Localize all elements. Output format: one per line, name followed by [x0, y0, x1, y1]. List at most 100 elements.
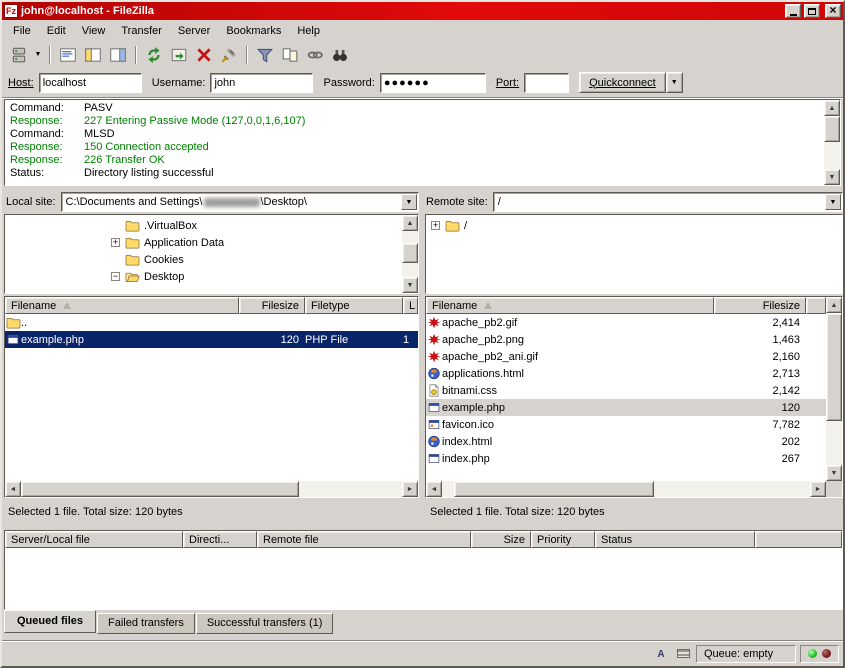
- file-row-example-php[interactable]: example.php 120 PHP File 1: [5, 331, 418, 348]
- scrollbar-corner: [826, 481, 842, 497]
- file-row-example-php[interactable]: example.php 120: [426, 399, 826, 416]
- local-tree-scrollbar[interactable]: [402, 215, 418, 293]
- menu-bookmarks[interactable]: Bookmarks: [218, 22, 289, 40]
- disconnect-icon[interactable]: [217, 44, 241, 66]
- scrollbar-thumb[interactable]: [824, 116, 840, 142]
- file-row[interactable]: favicon.ico 7,782: [426, 416, 826, 433]
- tab-successful-transfers[interactable]: Successful transfers (1): [196, 613, 334, 634]
- column-header-filename[interactable]: Filename: [5, 297, 239, 314]
- scrollbar-thumb[interactable]: [826, 313, 842, 421]
- port-input[interactable]: [524, 73, 569, 93]
- quickconnect-button[interactable]: Quickconnect: [579, 72, 666, 93]
- php-file-icon: [426, 452, 442, 466]
- directory-comparison-icon[interactable]: [278, 44, 302, 66]
- scroll-left-icon[interactable]: [5, 481, 21, 497]
- close-button[interactable]: [825, 4, 841, 18]
- file-row-parent-dir[interactable]: ..: [5, 314, 418, 331]
- column-header-filetype[interactable]: Filetype: [305, 297, 403, 314]
- maximize-button[interactable]: [804, 4, 820, 18]
- titlebar[interactable]: Fz john@localhost - FileZilla: [2, 2, 843, 20]
- menu-help[interactable]: Help: [289, 22, 328, 40]
- remote-list-hscrollbar[interactable]: [426, 481, 826, 497]
- local-treeview-icon[interactable]: [81, 44, 105, 66]
- site-manager-icon[interactable]: [7, 44, 31, 66]
- menu-server[interactable]: Server: [170, 22, 218, 40]
- file-row[interactable]: applications.html 2,713: [426, 365, 826, 382]
- column-header-size[interactable]: Size: [471, 531, 531, 548]
- scroll-up-icon[interactable]: [826, 297, 842, 313]
- file-row[interactable]: apache_pb2_ani.gif 2,160: [426, 348, 826, 365]
- tree-item-desktop[interactable]: − Desktop: [5, 268, 402, 285]
- html-file-icon: [426, 367, 442, 381]
- css-file-icon: [426, 384, 442, 398]
- message-log: Command:PASV Response:227 Entering Passi…: [4, 99, 841, 186]
- filter-icon[interactable]: [253, 44, 277, 66]
- local-site-combobox[interactable]: C:\Documents and Settings\\Desktop\: [61, 192, 419, 212]
- local-list-hscrollbar[interactable]: [5, 481, 418, 497]
- file-name: apache_pb2.png: [442, 334, 524, 346]
- scroll-down-icon[interactable]: [824, 169, 840, 185]
- column-header-filename[interactable]: Filename: [426, 297, 714, 314]
- scrollbar-thumb[interactable]: [454, 481, 654, 497]
- file-row[interactable]: index.php 267: [426, 450, 826, 467]
- tree-expand-icon[interactable]: +: [431, 221, 440, 230]
- process-queue-icon[interactable]: [167, 44, 191, 66]
- column-header-filesize[interactable]: Filesize: [239, 297, 305, 314]
- synchronized-browsing-icon[interactable]: [303, 44, 327, 66]
- column-header-filesize[interactable]: Filesize: [714, 297, 806, 314]
- menu-view[interactable]: View: [74, 22, 114, 40]
- file-row[interactable]: index.html 202: [426, 433, 826, 450]
- scroll-right-icon[interactable]: [402, 481, 418, 497]
- file-row[interactable]: apache_pb2.png 1,463: [426, 331, 826, 348]
- remote-site-combobox[interactable]: /: [493, 192, 843, 212]
- remote-list-scrollbar[interactable]: [826, 297, 842, 497]
- local-site-dropdown-icon[interactable]: [401, 194, 417, 210]
- log-scrollbar[interactable]: [824, 100, 840, 185]
- scroll-down-icon[interactable]: [826, 465, 842, 481]
- tab-queued-files[interactable]: Queued files: [4, 610, 96, 633]
- refresh-icon[interactable]: [142, 44, 166, 66]
- cancel-icon[interactable]: [192, 44, 216, 66]
- scrollbar-thumb[interactable]: [21, 481, 299, 497]
- scrollbar-thumb[interactable]: [402, 243, 418, 263]
- scroll-down-icon[interactable]: [402, 277, 418, 293]
- minimize-button[interactable]: [785, 4, 801, 18]
- file-name: applications.html: [442, 368, 524, 380]
- file-row[interactable]: bitnami.css 2,142: [426, 382, 826, 399]
- tree-collapse-icon[interactable]: −: [111, 272, 120, 281]
- column-header-remote-file[interactable]: Remote file: [257, 531, 471, 548]
- file-name: example.php: [442, 402, 505, 414]
- column-header-status[interactable]: Status: [595, 531, 755, 548]
- tab-failed-transfers[interactable]: Failed transfers: [97, 613, 195, 634]
- host-input[interactable]: [39, 73, 142, 93]
- tree-expand-icon[interactable]: +: [111, 238, 120, 247]
- password-input[interactable]: [380, 73, 486, 93]
- column-header-last-modified[interactable]: L: [403, 297, 418, 314]
- menu-edit[interactable]: Edit: [39, 22, 74, 40]
- tree-item-virtualbox[interactable]: .VirtualBox: [5, 217, 402, 234]
- column-header-direction[interactable]: Directi...: [183, 531, 257, 548]
- scroll-up-icon[interactable]: [402, 215, 418, 231]
- tree-item-label: Desktop: [144, 271, 184, 283]
- column-header-priority[interactable]: Priority: [531, 531, 595, 548]
- tree-item-cookies[interactable]: Cookies: [5, 251, 402, 268]
- scroll-left-icon[interactable]: [426, 481, 442, 497]
- menu-file[interactable]: File: [5, 22, 39, 40]
- quickconnect-dropdown-icon[interactable]: [666, 72, 683, 93]
- remote-site-label: Remote site:: [426, 196, 488, 208]
- find-files-icon[interactable]: [328, 44, 352, 66]
- tree-item-application-data[interactable]: + Application Data: [5, 234, 402, 251]
- remote-file-list: Filename Filesize apache_pb2.gif 2,414 a…: [425, 296, 843, 498]
- site-manager-dropdown-icon[interactable]: [32, 44, 44, 66]
- message-log-icon[interactable]: [56, 44, 80, 66]
- image-file-icon: [426, 316, 442, 330]
- scroll-up-icon[interactable]: [824, 100, 840, 116]
- remote-site-dropdown-icon[interactable]: [825, 194, 841, 210]
- column-header-server-local-file[interactable]: Server/Local file: [5, 531, 183, 548]
- remote-treeview-icon[interactable]: [106, 44, 130, 66]
- scroll-right-icon[interactable]: [810, 481, 826, 497]
- username-input[interactable]: [210, 73, 313, 93]
- menu-transfer[interactable]: Transfer: [113, 22, 170, 40]
- file-row[interactable]: apache_pb2.gif 2,414: [426, 314, 826, 331]
- tree-item-root[interactable]: + /: [426, 217, 842, 234]
